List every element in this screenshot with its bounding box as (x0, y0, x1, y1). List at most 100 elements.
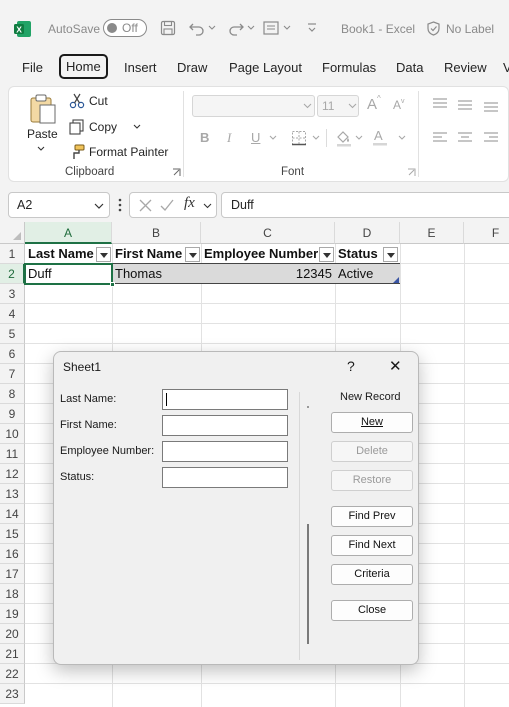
table-header-employee-number[interactable]: Employee Number (201, 244, 319, 264)
tab-view[interactable]: V (503, 60, 509, 75)
tab-insert[interactable]: Insert (124, 60, 157, 75)
column-header-e[interactable]: E (400, 222, 464, 244)
row-header[interactable]: 4 (0, 304, 25, 324)
row-header[interactable]: 6 (0, 344, 25, 364)
save-icon[interactable] (160, 20, 176, 36)
column-header-a[interactable]: A (25, 222, 112, 244)
form-dropdown-icon[interactable] (283, 24, 291, 32)
close-button[interactable]: Close (331, 600, 413, 621)
tab-draw[interactable]: Draw (177, 60, 207, 75)
tab-data[interactable]: Data (396, 60, 423, 75)
row-header[interactable]: 18 (0, 584, 25, 604)
font-color-dropdown-icon[interactable] (398, 135, 406, 142)
copy-button[interactable]: Copy (89, 120, 117, 134)
font-color-icon[interactable]: A (371, 128, 389, 147)
sensitivity-label[interactable]: No Label (446, 22, 494, 36)
cancel-entry-icon[interactable] (139, 199, 152, 212)
dialog-close-button[interactable]: ✕ (389, 357, 402, 375)
fill-color-dropdown-icon[interactable] (355, 135, 363, 142)
table-header-status[interactable]: Status (335, 244, 383, 264)
cut-button[interactable]: Cut (89, 94, 108, 108)
format-painter-button[interactable]: Format Painter (89, 145, 168, 159)
autosave-toggle[interactable]: Off (103, 19, 147, 37)
align-top-icon[interactable] (432, 97, 448, 111)
format-painter-icon[interactable] (69, 144, 85, 160)
cell-c2[interactable]: 12345 (201, 264, 335, 284)
table-header-last-name[interactable]: Last Name (25, 244, 98, 264)
redo-dropdown-icon[interactable] (247, 24, 255, 32)
row-header[interactable]: 10 (0, 424, 25, 444)
align-left-icon[interactable] (432, 131, 448, 145)
find-next-button[interactable]: Find Next (331, 535, 413, 556)
row-header[interactable]: 2 (0, 264, 25, 284)
cell-b2[interactable]: Thomas (112, 264, 201, 284)
font-size-dropdown-icon[interactable] (348, 103, 357, 110)
row-header[interactable]: 12 (0, 464, 25, 484)
restore-button[interactable]: Restore (331, 470, 413, 491)
customize-toolbar-icon[interactable] (307, 22, 317, 34)
clipboard-launcher-icon[interactable] (172, 168, 181, 177)
underline-button[interactable]: U (251, 130, 260, 145)
tab-home[interactable]: Home (59, 54, 108, 79)
font-size-box[interactable]: 11 (317, 95, 359, 117)
row-header[interactable]: 19 (0, 604, 25, 624)
row-header[interactable]: 15 (0, 524, 25, 544)
row-header[interactable]: 20 (0, 624, 25, 644)
font-launcher-icon[interactable] (407, 168, 416, 177)
underline-dropdown-icon[interactable] (269, 135, 277, 142)
table-resize-handle-icon[interactable] (393, 277, 399, 283)
align-middle-icon[interactable] (457, 98, 473, 112)
more-options-icon[interactable] (117, 197, 123, 213)
row-header[interactable]: 8 (0, 384, 25, 404)
filter-dropdown-icon[interactable] (319, 247, 334, 262)
row-header[interactable]: 1 (0, 244, 25, 264)
row-header[interactable]: 16 (0, 544, 25, 564)
tab-page-layout[interactable]: Page Layout (229, 60, 302, 75)
tab-review[interactable]: Review (444, 60, 487, 75)
paste-dropdown-icon[interactable] (36, 145, 46, 153)
borders-dropdown-icon[interactable] (312, 135, 320, 142)
enter-check-icon[interactable] (160, 199, 174, 212)
filter-dropdown-icon[interactable] (383, 247, 398, 262)
row-header[interactable]: 14 (0, 504, 25, 524)
tab-file[interactable]: File (22, 60, 43, 75)
tab-formulas[interactable]: Formulas (322, 60, 376, 75)
dialog-help-button[interactable]: ? (347, 358, 355, 374)
row-header[interactable]: 7 (0, 364, 25, 384)
fx-dropdown-icon[interactable] (203, 203, 212, 210)
copy-icon[interactable] (69, 119, 85, 135)
delete-button[interactable]: Delete (331, 441, 413, 462)
row-header[interactable]: 9 (0, 404, 25, 424)
row-header[interactable]: 22 (0, 664, 25, 684)
decrease-font-size-button[interactable]: A (393, 98, 401, 112)
fill-color-icon[interactable] (335, 129, 353, 147)
redo-icon[interactable] (227, 20, 245, 36)
filter-dropdown-icon[interactable] (185, 247, 200, 262)
row-header[interactable]: 3 (0, 284, 25, 304)
row-header[interactable]: 11 (0, 444, 25, 464)
align-bottom-icon[interactable] (483, 99, 499, 113)
undo-icon[interactable] (188, 20, 206, 36)
row-header[interactable]: 17 (0, 564, 25, 584)
undo-dropdown-icon[interactable] (208, 24, 216, 32)
last-name-field[interactable] (162, 389, 288, 410)
column-header-f[interactable]: F (464, 222, 509, 244)
form-icon[interactable] (263, 20, 281, 36)
formula-input[interactable]: Duff (221, 192, 509, 218)
record-scrollbar[interactable] (307, 524, 309, 644)
font-name-dropdown-icon[interactable] (303, 103, 312, 110)
column-header-b[interactable]: B (112, 222, 201, 244)
paste-icon[interactable] (29, 93, 57, 125)
insert-function-button[interactable]: fx (184, 195, 195, 212)
filter-dropdown-icon[interactable] (96, 247, 111, 262)
borders-icon[interactable] (291, 130, 307, 146)
column-header-d[interactable]: D (335, 222, 400, 244)
copy-dropdown-icon[interactable] (132, 123, 142, 131)
row-header[interactable]: 5 (0, 324, 25, 344)
table-header-first-name[interactable]: First Name (112, 244, 187, 264)
row-header[interactable]: 13 (0, 484, 25, 504)
cell-d2[interactable]: Active (335, 264, 400, 284)
find-prev-button[interactable]: Find Prev (331, 506, 413, 527)
sensitivity-shield-icon[interactable] (426, 21, 441, 36)
fill-handle[interactable] (110, 282, 115, 287)
